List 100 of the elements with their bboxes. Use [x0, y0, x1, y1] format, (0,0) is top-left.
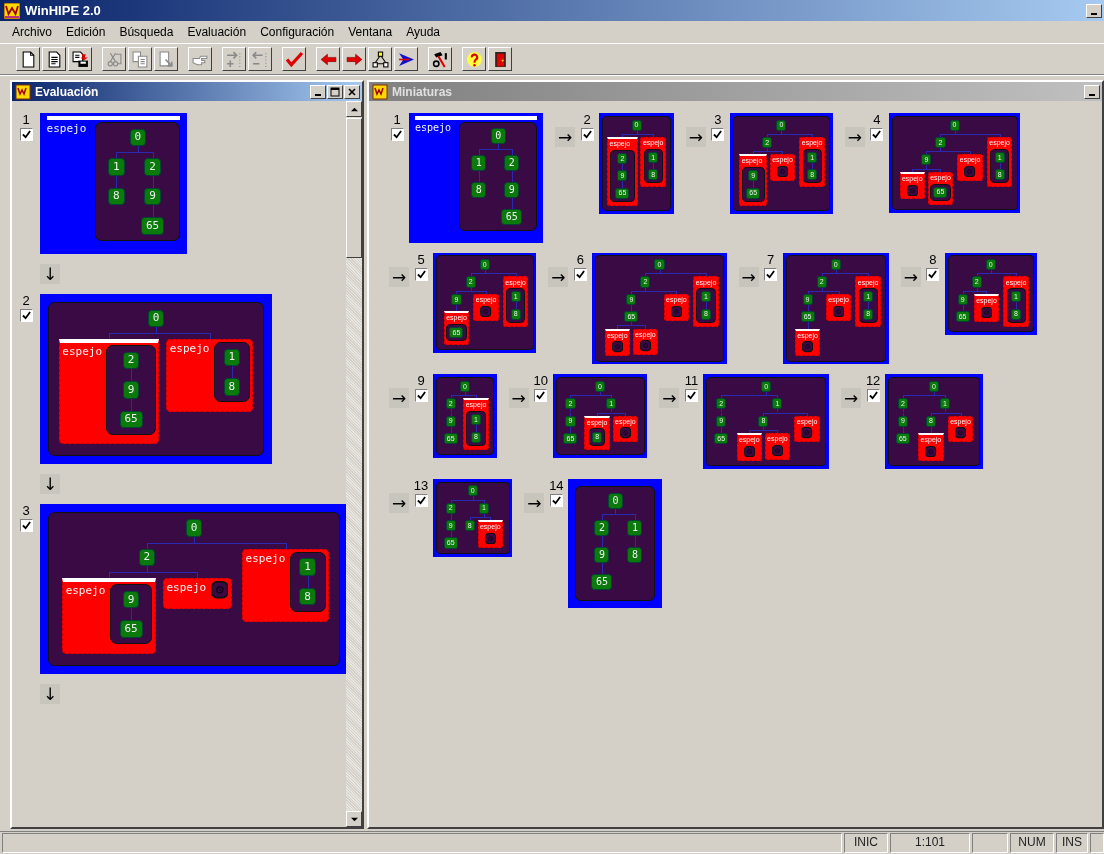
status-panel: INIC	[844, 833, 888, 853]
tree-node: 9	[122, 590, 140, 609]
tree-node: 65	[141, 217, 164, 235]
arrow-button[interactable]: →	[685, 127, 706, 147]
step-checkbox[interactable]	[414, 267, 428, 281]
toolbar-button[interactable]	[394, 47, 418, 71]
window-icon	[372, 83, 388, 100]
arrow-button[interactable]: →	[389, 388, 409, 409]
step-checkbox[interactable]	[764, 267, 778, 281]
step-number: 7	[767, 252, 775, 267]
empty-tree-icon	[964, 166, 976, 178]
tree-node: 8	[108, 187, 125, 206]
toolbar-button[interactable]	[488, 47, 512, 71]
menu-item[interactable]: Ayuda	[406, 24, 441, 40]
toolbar-button[interactable]	[368, 47, 392, 71]
toolbar-button[interactable]	[316, 47, 340, 71]
menu-item[interactable]: Búsqueda	[119, 24, 174, 40]
app-logo-icon	[4, 2, 20, 19]
arrow-button[interactable]: →	[389, 266, 409, 287]
scrollbar-thumb[interactable]	[346, 118, 362, 258]
step-checkbox[interactable]	[926, 267, 940, 281]
arrow-button[interactable]: ↓	[40, 264, 60, 285]
step-number: 5	[417, 252, 425, 267]
step-number: 10	[533, 374, 548, 389]
close-button[interactable]	[344, 84, 360, 99]
minimize-button[interactable]	[1086, 3, 1102, 18]
status-panel: 1:101	[890, 833, 970, 853]
tree-node: 65	[591, 573, 613, 590]
tree-node: 1	[627, 519, 643, 536]
tree-node: 2	[594, 519, 610, 536]
step-checkbox[interactable]	[19, 309, 33, 323]
step-checkbox[interactable]	[414, 389, 428, 403]
toolbar-button[interactable]	[16, 47, 40, 71]
step-checkbox[interactable]	[870, 128, 884, 141]
tree-node: 8	[299, 587, 316, 606]
arrow-button[interactable]: ↓	[40, 474, 60, 495]
step-checkbox[interactable]	[573, 267, 587, 281]
function-label: espejo	[415, 121, 452, 134]
step-checkbox[interactable]	[711, 128, 725, 141]
tree-node: 1	[108, 158, 125, 176]
window-icon	[15, 83, 31, 100]
toolbar-button[interactable]	[282, 47, 306, 71]
toolbar-button[interactable]	[462, 47, 486, 71]
toolbar-button[interactable]	[68, 47, 92, 71]
scissors-icon	[105, 50, 123, 68]
empty-tree-icon	[954, 427, 967, 439]
step-checkbox[interactable]	[866, 389, 880, 403]
tree-node: 65	[119, 410, 143, 429]
menu-item[interactable]: Evaluación	[187, 24, 247, 40]
step-checkbox[interactable]	[684, 389, 698, 403]
step-checkbox[interactable]	[19, 128, 33, 141]
arrow-button[interactable]: →	[389, 492, 409, 513]
tree-node: 65	[501, 208, 523, 225]
document-arrow-icon	[157, 50, 175, 68]
menu-item[interactable]: Archivo	[12, 24, 52, 40]
minimize-button[interactable]	[310, 84, 326, 99]
toolbar-button[interactable]	[428, 47, 452, 71]
right-arrow-icon	[345, 50, 363, 68]
menu-item[interactable]: Edición	[66, 24, 106, 40]
scrollbar[interactable]	[346, 101, 362, 827]
arrow-button[interactable]: →	[548, 266, 569, 287]
empty-tree-icon	[925, 445, 937, 457]
empty-tree-icon	[801, 427, 813, 439]
menu-item[interactable]: Configuración	[260, 24, 335, 40]
arrow-button[interactable]: →	[524, 492, 545, 513]
step-number: 12	[865, 374, 881, 389]
empty-tree-icon	[832, 305, 845, 317]
step-number: 2	[583, 113, 591, 127]
arrow-button[interactable]: →	[508, 388, 529, 409]
step-checkbox[interactable]	[390, 128, 404, 141]
step-checkbox[interactable]	[549, 493, 563, 507]
toolbar-button[interactable]	[342, 47, 366, 71]
arrow-button[interactable]: →	[900, 266, 921, 287]
empty-tree-icon	[980, 306, 993, 318]
step-number: 11	[684, 374, 699, 389]
arrow-button[interactable]: →	[659, 388, 680, 409]
tree-node: 65	[119, 620, 143, 638]
toolbar-button[interactable]	[42, 47, 66, 71]
minimize-button[interactable]	[1084, 84, 1100, 99]
arrow-button[interactable]: →	[841, 388, 862, 409]
step-checkbox[interactable]	[19, 519, 33, 533]
empty-tree-icon	[484, 532, 496, 545]
step-checkbox[interactable]	[534, 389, 548, 403]
menu-item[interactable]: Ventana	[348, 24, 393, 40]
arrow-button[interactable]: →	[844, 127, 865, 147]
scroll-up-button[interactable]	[346, 101, 362, 117]
arrow-button[interactable]: →	[555, 127, 576, 147]
tree-node: 9	[144, 187, 161, 206]
arrow-button[interactable]: ↓	[40, 683, 60, 704]
arrow-button[interactable]: →	[738, 266, 759, 287]
maximize-button[interactable]	[327, 84, 343, 99]
step-number: 9	[417, 374, 425, 389]
down-arrow-icon	[350, 815, 358, 823]
scroll-down-button[interactable]	[346, 811, 362, 827]
step-checkbox[interactable]	[580, 128, 594, 141]
step-checkbox[interactable]	[414, 493, 428, 507]
tree-node: 1	[299, 558, 316, 576]
tree-node: 0	[129, 128, 146, 147]
step-number: 2	[22, 294, 30, 309]
window-title: WinHIPE 2.0	[25, 3, 101, 18]
